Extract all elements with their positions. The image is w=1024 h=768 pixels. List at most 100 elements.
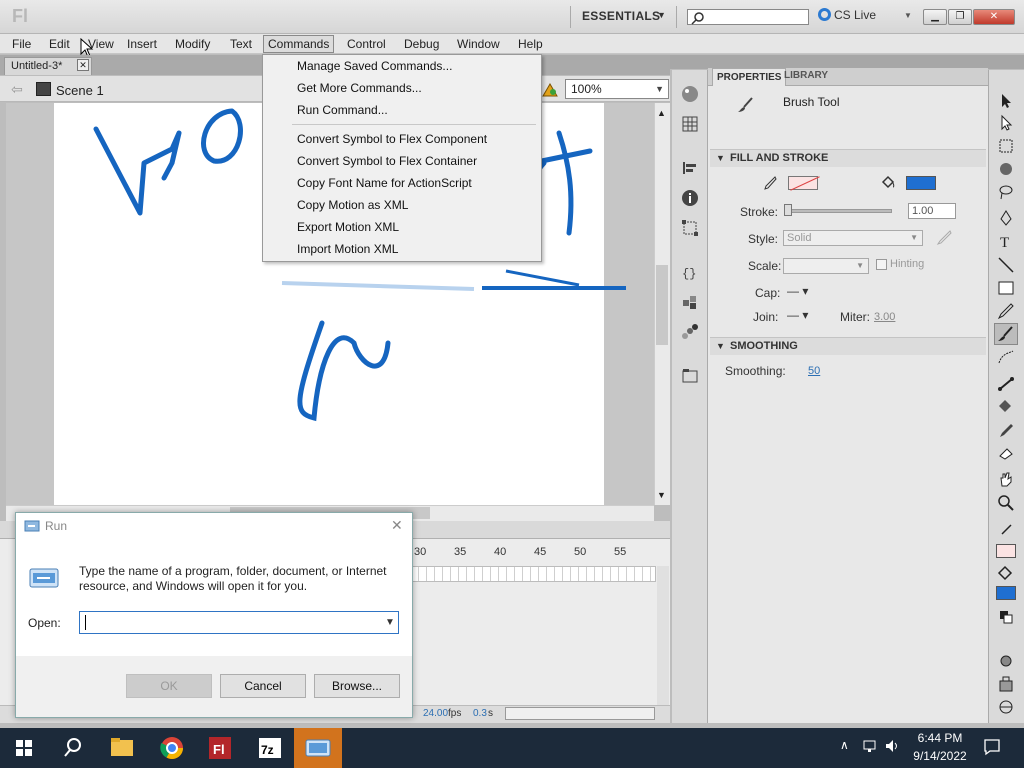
network-icon[interactable] — [862, 738, 880, 754]
close-button[interactable]: ✕ — [973, 9, 1015, 25]
selection-tool-icon[interactable] — [996, 92, 1016, 110]
close-icon[interactable]: ✕ — [391, 517, 403, 534]
black-and-white-icon[interactable] — [996, 608, 1016, 626]
search-icon[interactable] — [48, 728, 96, 768]
free-transform-tool-icon[interactable] — [996, 137, 1016, 155]
volume-icon[interactable] — [884, 738, 902, 754]
fill-color-swatch[interactable] — [906, 176, 936, 190]
7zip-icon[interactable]: 7z — [246, 728, 294, 768]
straighten-icon[interactable] — [996, 698, 1016, 716]
run-icon[interactable] — [294, 728, 342, 768]
panel-collapse-bar[interactable] — [670, 55, 1024, 69]
brush-tool-icon[interactable] — [996, 325, 1016, 343]
project-icon[interactable] — [680, 366, 700, 386]
scale-select[interactable]: ▼ — [783, 258, 869, 274]
chevron-down-icon[interactable]: ▼ — [385, 617, 395, 628]
eyedropper-tool-icon[interactable] — [996, 421, 1016, 439]
restore-button[interactable]: ❐ — [948, 9, 972, 25]
close-tab-icon[interactable]: ✕ — [77, 59, 89, 71]
fill-color-chip[interactable] — [996, 586, 1016, 600]
fill-stroke-section-header[interactable]: FILL AND STROKE — [710, 149, 986, 167]
snap-to-objects-icon[interactable] — [996, 652, 1016, 670]
subselection-tool-icon[interactable] — [996, 114, 1016, 132]
menu-item-export-motion-xml[interactable]: Export Motion XML — [297, 220, 399, 234]
paint-bucket-tool-icon[interactable] — [996, 398, 1016, 416]
start-icon[interactable] — [0, 728, 48, 768]
menu-debug[interactable]: Debug — [404, 37, 439, 51]
smooth-icon[interactable] — [996, 675, 1016, 693]
menu-edit[interactable]: Edit — [49, 37, 70, 51]
menu-item-convert-to-flex-container[interactable]: Convert Symbol to Flex Container — [297, 154, 477, 168]
join-select[interactable]: — ▾ — [787, 308, 808, 322]
ok-button[interactable]: OK — [126, 674, 212, 698]
chrome-icon[interactable] — [148, 728, 196, 768]
open-input[interactable] — [79, 611, 399, 634]
edit-symbols-icon[interactable] — [541, 82, 559, 98]
menu-commands[interactable]: Commands — [263, 35, 335, 53]
workspace-switcher[interactable]: ESSENTIALS — [582, 9, 660, 23]
minimize-button[interactable]: ▁ — [923, 9, 947, 25]
menu-file[interactable]: File — [12, 37, 31, 51]
stroke-color-chip[interactable] — [996, 544, 1016, 558]
rectangle-tool-icon[interactable] — [996, 279, 1016, 297]
text-tool-icon[interactable]: T — [996, 232, 1016, 250]
help-search-input[interactable] — [687, 9, 809, 25]
menu-item-import-motion-xml[interactable]: Import Motion XML — [297, 242, 398, 256]
menu-modify[interactable]: Modify — [175, 37, 210, 51]
align-icon[interactable] — [680, 158, 700, 178]
menu-help[interactable]: Help — [518, 37, 543, 51]
chevron-up-icon[interactable]: ∧ — [840, 738, 849, 752]
smoothing-value[interactable]: 50 — [808, 365, 820, 377]
smoothing-section-header[interactable]: SMOOTHING — [710, 337, 986, 355]
menu-insert[interactable]: Insert — [127, 37, 157, 51]
components-icon[interactable] — [680, 292, 700, 312]
color-palette-icon[interactable] — [680, 84, 700, 104]
layer-frames[interactable] — [410, 566, 656, 582]
cs-live-button[interactable]: CS Live — [818, 8, 876, 22]
style-select[interactable]: Solid ▼ — [783, 230, 923, 246]
eraser-tool-icon[interactable] — [996, 444, 1016, 462]
scroll-up-icon[interactable]: ▲ — [657, 108, 666, 118]
lasso-tool-icon[interactable] — [996, 183, 1016, 201]
chevron-down-icon[interactable]: ▼ — [657, 10, 666, 20]
tab-library[interactable]: LIBRARY — [784, 70, 828, 81]
info-icon[interactable] — [680, 188, 700, 208]
3d-rotation-tool-icon[interactable] — [996, 160, 1016, 178]
menu-control[interactable]: Control — [347, 37, 386, 51]
bone-tool-icon[interactable] — [996, 375, 1016, 393]
clock-time[interactable]: 6:44 PM — [910, 731, 970, 745]
stroke-slider[interactable] — [786, 209, 892, 213]
stroke-color-swatch[interactable] — [788, 176, 818, 190]
menu-text[interactable]: Text — [230, 37, 252, 51]
browse-button[interactable]: Browse... — [314, 674, 400, 698]
timeline-scrollbar[interactable] — [657, 566, 669, 706]
scroll-down-icon[interactable]: ▼ — [657, 490, 666, 500]
fill-color-tool-icon[interactable] — [996, 565, 1016, 583]
hinting-checkbox[interactable] — [876, 259, 887, 270]
actions-icon[interactable]: {} — [680, 262, 700, 282]
pencil-tool-icon[interactable] — [996, 302, 1016, 320]
menu-item-copy-motion-xml[interactable]: Copy Motion as XML — [297, 198, 408, 212]
motion-presets-icon[interactable] — [680, 322, 700, 342]
stroke-color-tool-icon[interactable] — [996, 523, 1016, 541]
scrollbar-thumb[interactable] — [656, 265, 668, 345]
cancel-button[interactable]: Cancel — [220, 674, 306, 698]
edit-stroke-style-icon[interactable] — [935, 229, 953, 247]
run-dialog-titlebar[interactable] — [16, 513, 412, 539]
deco-tool-icon[interactable] — [996, 348, 1016, 366]
stroke-width-input[interactable]: 1.00 — [908, 203, 956, 219]
swatches-grid-icon[interactable] — [680, 114, 700, 134]
hand-tool-icon[interactable] — [996, 470, 1016, 488]
cap-select[interactable]: — ▾ — [787, 284, 808, 298]
menu-item-get-more-commands[interactable]: Get More Commands... — [297, 81, 422, 95]
menu-item-manage-saved-commands[interactable]: Manage Saved Commands... — [297, 59, 452, 73]
collapse-triangle-icon[interactable]: ▼ — [716, 153, 725, 163]
menu-item-run-command[interactable]: Run Command... — [297, 103, 388, 117]
menu-item-convert-to-flex-component[interactable]: Convert Symbol to Flex Component — [297, 132, 487, 146]
notifications-icon[interactable] — [983, 738, 1001, 756]
transform-icon[interactable] — [680, 218, 700, 238]
stroke-slider-thumb[interactable] — [784, 204, 792, 216]
timeline-horizontal-scrollbar[interactable] — [505, 707, 655, 720]
pen-tool-icon[interactable] — [996, 209, 1016, 227]
menu-window[interactable]: Window — [457, 37, 500, 51]
